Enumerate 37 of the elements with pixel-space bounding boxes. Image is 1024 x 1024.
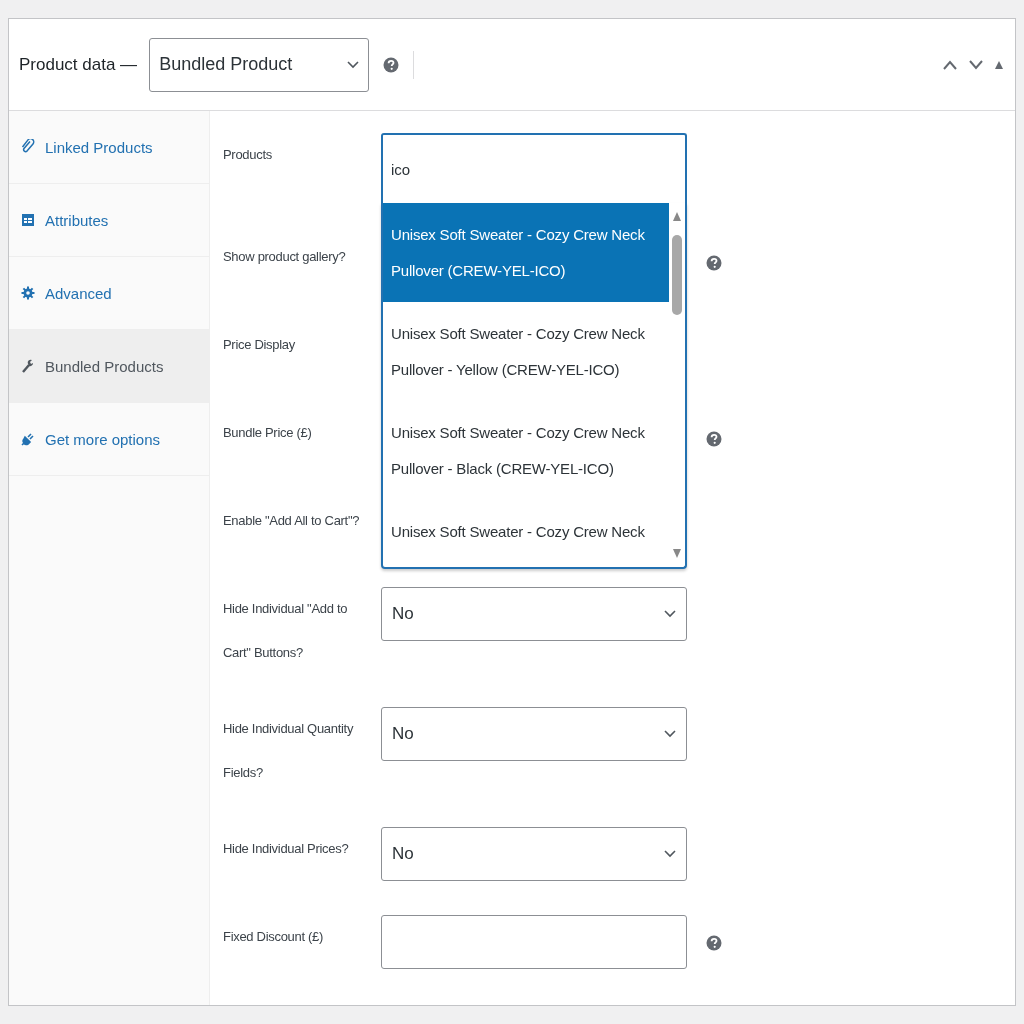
- dropdown-option[interactable]: Unisex Soft Sweater - Cozy Crew Neck Pullover - Black (CREW-YEL-ICO): [383, 401, 669, 500]
- select-field[interactable]: No: [381, 707, 687, 761]
- field-label: Price Display: [223, 336, 296, 354]
- chevron-icon: [347, 60, 360, 69]
- sidebar-tab[interactable]: Bundled Products: [9, 330, 209, 403]
- field-label: Products: [223, 146, 273, 164]
- select-field[interactable]: No: [381, 827, 687, 881]
- field-label: Hide Individual Prices?: [223, 840, 350, 858]
- help-icon: [706, 935, 722, 951]
- dropdown-option[interactable]: Unisex Soft Sweater - Cozy Crew Neck Pullover - Yellow (CREW-YEL-ICO): [383, 302, 669, 401]
- select-field[interactable]: No: [381, 587, 687, 641]
- tab-icon: [21, 431, 35, 447]
- tab-icon: [21, 358, 35, 374]
- chevron-icon: [664, 850, 676, 858]
- move-up-icon[interactable]: [943, 59, 957, 70]
- dropdown-option[interactable]: Unisex Soft Sweater - Cozy Crew Neck: [383, 500, 669, 563]
- panel-title: Product data —: [19, 54, 138, 75]
- help-icon: [706, 255, 722, 271]
- field-label: Hide Individual "Add to Cart" Buttons?: [223, 600, 349, 662]
- tab-icon: [21, 285, 35, 301]
- tab-icon: [21, 212, 35, 228]
- help-icon: [383, 56, 400, 73]
- product-type-select[interactable]: Bundled Product: [149, 37, 370, 92]
- dropdown-option[interactable]: Unisex Soft Sweater - Cozy Crew Neck Pullover (CREW-YEL-ICO): [383, 203, 669, 302]
- search-field[interactable]: ico: [381, 133, 687, 203]
- field-label: Hide Individual Quantity Fields?: [223, 720, 355, 782]
- chevron-icon: [664, 730, 676, 738]
- field-label: Show product gallery?: [223, 248, 347, 266]
- help-icon: [706, 431, 722, 447]
- input-field[interactable]: [381, 915, 687, 969]
- tab-icon: [21, 139, 35, 155]
- field-label: Enable "Add All to Cart"?: [223, 512, 361, 530]
- collapse-icon[interactable]: [995, 60, 1003, 69]
- move-down-icon[interactable]: [969, 59, 983, 70]
- field-label: Bundle Price (£): [223, 424, 313, 442]
- field-label: Fixed Discount (£): [223, 928, 325, 946]
- chevron-icon: [664, 610, 676, 618]
